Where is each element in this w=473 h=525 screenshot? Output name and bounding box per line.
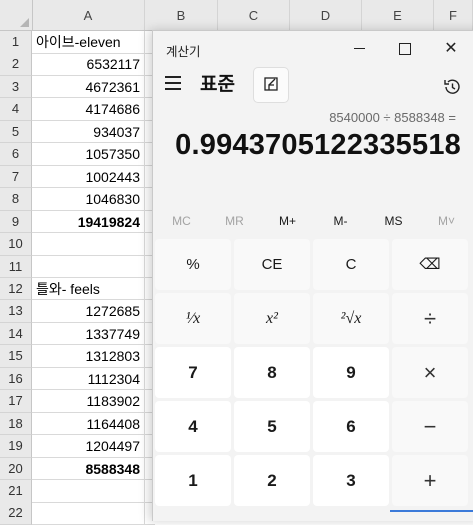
column-header-b[interactable]: B: [145, 0, 218, 30]
close-button[interactable]: ✕: [428, 35, 473, 63]
cell-a3[interactable]: 4672361: [32, 75, 145, 99]
row-header[interactable]: 8: [0, 188, 32, 211]
memory-list-button[interactable]: M˅: [420, 208, 473, 234]
maximize-button[interactable]: [382, 35, 428, 63]
row-header[interactable]: 19: [0, 435, 32, 458]
result-display: 0.9943705122335518: [175, 129, 461, 161]
row-header[interactable]: 18: [0, 412, 32, 436]
memory-clear-button[interactable]: MC: [155, 208, 208, 234]
cell-a12[interactable]: 틀와- feels: [32, 277, 145, 301]
subtract-button[interactable]: −: [392, 401, 468, 452]
row-header[interactable]: 1: [0, 31, 32, 54]
digit-1-button[interactable]: 1: [155, 455, 231, 506]
memory-recall-button[interactable]: MR: [208, 208, 261, 234]
memory-store-button[interactable]: MS: [367, 208, 420, 234]
cell-a14[interactable]: 1337749: [32, 322, 145, 346]
row-header[interactable]: 14: [0, 322, 32, 346]
row-header[interactable]: 12: [0, 277, 32, 301]
minimize-button[interactable]: [336, 35, 382, 63]
equals-accent-edge: [390, 510, 473, 512]
divide-button[interactable]: ÷: [392, 293, 468, 344]
keep-on-top-icon: [264, 77, 278, 91]
cell-a13[interactable]: 1272685: [32, 300, 145, 323]
memory-row: MC MR M+ M- MS M˅: [153, 208, 473, 234]
row-header[interactable]: 2: [0, 53, 32, 76]
row-header[interactable]: 16: [0, 367, 32, 391]
cell-a7[interactable]: 1002443: [32, 165, 145, 189]
cell-a6[interactable]: 1057350: [32, 143, 145, 166]
cell-a11[interactable]: [32, 255, 145, 278]
cell-a17[interactable]: 1183902: [32, 390, 145, 413]
hamburger-icon: [165, 76, 181, 78]
digit-7-button[interactable]: 7: [155, 347, 231, 398]
history-button[interactable]: [442, 77, 462, 97]
cell-a4[interactable]: 4174686: [32, 98, 145, 121]
select-all-corner[interactable]: [0, 0, 33, 30]
percent-button[interactable]: %: [155, 239, 231, 290]
row-header[interactable]: 5: [0, 120, 32, 144]
column-header-a[interactable]: A: [32, 0, 145, 30]
digit-6-button[interactable]: 6: [313, 401, 389, 452]
select-all-triangle-icon: [20, 18, 29, 27]
cell-a15[interactable]: 1312803: [32, 345, 145, 368]
cell-a5[interactable]: 934037: [32, 120, 145, 144]
row-header[interactable]: 17: [0, 390, 32, 413]
reciprocal-button[interactable]: ¹⁄x: [155, 293, 231, 344]
column-header-c[interactable]: C: [218, 0, 290, 30]
cell-a21[interactable]: [32, 480, 145, 503]
cell-a9[interactable]: 19419824: [32, 210, 145, 234]
row-header[interactable]: 7: [0, 165, 32, 189]
digit-2-button[interactable]: 2: [234, 455, 310, 506]
row-header[interactable]: 20: [0, 457, 32, 481]
digit-3-button[interactable]: 3: [313, 455, 389, 506]
digit-5-button[interactable]: 5: [234, 401, 310, 452]
clear-button[interactable]: C: [313, 239, 389, 290]
row-header[interactable]: 10: [0, 233, 32, 256]
row-header[interactable]: 9: [0, 210, 32, 234]
clear-entry-button[interactable]: CE: [234, 239, 310, 290]
backspace-button[interactable]: ⌫: [392, 239, 468, 290]
keep-on-top-button[interactable]: [253, 67, 289, 103]
cell-a10[interactable]: [32, 233, 145, 256]
row-header[interactable]: 4: [0, 98, 32, 121]
row-header[interactable]: 13: [0, 300, 32, 323]
square-button[interactable]: x²: [234, 293, 310, 344]
row-header[interactable]: 6: [0, 143, 32, 166]
window-title: 계산기: [166, 45, 201, 59]
cell-a18[interactable]: 1164408: [32, 412, 145, 436]
digit-9-button[interactable]: 9: [313, 347, 389, 398]
cell-a16[interactable]: 1112304: [32, 367, 145, 391]
row-header[interactable]: 21: [0, 480, 32, 503]
cell-a8[interactable]: 1046830: [32, 188, 145, 211]
row-header[interactable]: 22: [0, 502, 32, 525]
expression-display: 8540000 ÷ 8588348 =: [329, 110, 456, 125]
column-header-e[interactable]: E: [362, 0, 434, 30]
digit-4-button[interactable]: 4: [155, 401, 231, 452]
digit-8-button[interactable]: 8: [234, 347, 310, 398]
calculator-mode-title: 표준: [200, 74, 235, 95]
column-header-d[interactable]: D: [290, 0, 362, 30]
navigation-menu-button[interactable]: [165, 76, 181, 90]
row-header[interactable]: 11: [0, 255, 32, 278]
column-header-f[interactable]: F: [434, 0, 473, 30]
memory-subtract-button[interactable]: M-: [314, 208, 367, 234]
row-header[interactable]: 3: [0, 75, 32, 99]
multiply-button[interactable]: ×: [392, 347, 468, 398]
minimize-icon: [353, 48, 365, 50]
square-root-button[interactable]: ²√x: [313, 293, 389, 344]
cell-a20[interactable]: 8588348: [32, 457, 145, 481]
cell-a22[interactable]: [32, 502, 145, 525]
calculator-window: 계산기 ✕ 표준 8540000 ÷ 8588348 = 0.994370512…: [152, 30, 473, 521]
maximize-icon: [399, 42, 411, 55]
cell-a19[interactable]: 1204497: [32, 435, 145, 458]
row-header[interactable]: 15: [0, 345, 32, 368]
close-icon: ✕: [444, 40, 458, 57]
memory-add-button[interactable]: M+: [261, 208, 314, 234]
cell-a2[interactable]: 6532117: [32, 53, 145, 76]
add-button[interactable]: +: [392, 455, 468, 506]
calculator-titlebar[interactable]: 계산기 ✕: [153, 31, 473, 65]
history-icon: [444, 79, 460, 94]
cell-a1[interactable]: 아이브-eleven: [32, 31, 145, 54]
